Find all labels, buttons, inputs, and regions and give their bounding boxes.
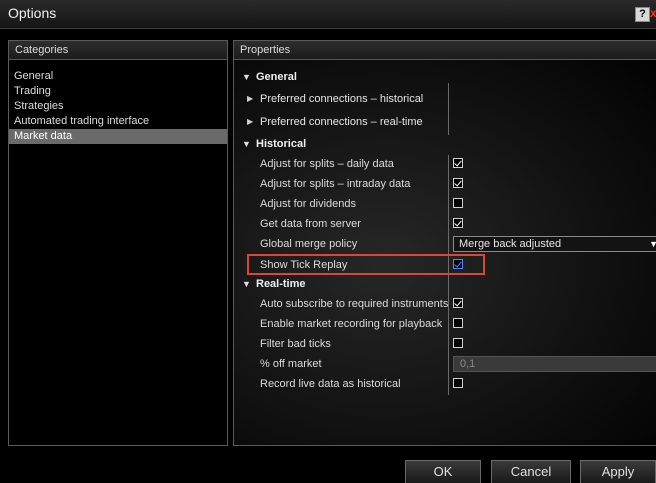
property-adjust-splits-intraday: Adjust for splits – intraday data	[234, 174, 656, 194]
help-button[interactable]: ?	[635, 7, 650, 22]
category-item-strategies[interactable]: Strategies	[9, 99, 227, 114]
filter-bad-ticks-checkbox[interactable]	[453, 338, 463, 348]
property-preferred-connections-historical[interactable]: ▶ Preferred connections – historical	[234, 89, 656, 109]
property-adjust-splits-daily: Adjust for splits – daily data	[234, 154, 656, 174]
chevron-down-icon[interactable]: ▼	[649, 237, 656, 251]
property-label: Enable market recording for playback	[260, 318, 443, 330]
ok-button[interactable]: OK	[405, 460, 481, 483]
property-label: Get data from server	[260, 218, 361, 230]
title-bar: Options ? x	[0, 0, 656, 29]
categories-panel: Categories General Trading Strategies Au…	[8, 40, 228, 446]
property-global-merge-policy: Global merge policy Merge back adjusted …	[234, 234, 656, 254]
property-label: Filter bad ticks	[260, 338, 331, 350]
group-label: Real-time	[256, 278, 306, 290]
window-title: Options	[8, 5, 57, 21]
property-label: Preferred connections – historical	[260, 93, 424, 105]
property-label: Record live data as historical	[260, 378, 401, 390]
property-filter-bad-ticks: Filter bad ticks	[234, 334, 656, 354]
category-item-automated-trading-interface[interactable]: Automated trading interface	[9, 114, 227, 129]
property-record-live-data: Record live data as historical	[234, 374, 656, 394]
collapse-arrow-icon[interactable]: ▼	[242, 274, 251, 294]
adjust-splits-daily-checkbox[interactable]	[453, 158, 463, 168]
categories-header: Categories	[9, 41, 227, 60]
property-label: % off market	[260, 358, 322, 370]
dropdown-value: Merge back adjusted	[459, 238, 562, 250]
property-percent-off-market: % off market 0,1	[234, 354, 656, 374]
group-historical[interactable]: ▼ Historical	[234, 134, 656, 154]
property-label: Adjust for splits – daily data	[260, 158, 394, 170]
percent-off-market-input[interactable]: 0,1	[453, 356, 656, 372]
merge-policy-dropdown[interactable]: Merge back adjusted ▼	[453, 236, 656, 252]
property-label: Adjust for splits – intraday data	[260, 178, 411, 190]
property-enable-market-recording: Enable market recording for playback	[234, 314, 656, 334]
category-item-trading[interactable]: Trading	[9, 84, 227, 99]
auto-subscribe-checkbox[interactable]	[453, 298, 463, 308]
property-adjust-dividends: Adjust for dividends	[234, 194, 656, 214]
collapse-arrow-icon[interactable]: ▼	[242, 134, 251, 154]
properties-panel: Properties ▼ General ▶ Preferred connect…	[233, 40, 656, 446]
group-label: General	[256, 71, 297, 83]
group-general[interactable]: ▼ General	[234, 67, 656, 87]
property-label: Preferred connections – real-time	[260, 116, 423, 128]
property-get-data-from-server: Get data from server	[234, 214, 656, 234]
property-label: Adjust for dividends	[260, 198, 356, 210]
apply-button[interactable]: Apply	[580, 460, 656, 483]
get-data-from-server-checkbox[interactable]	[453, 218, 463, 228]
property-label: Global merge policy	[260, 238, 358, 250]
record-live-data-checkbox[interactable]	[453, 378, 463, 388]
group-realtime[interactable]: ▼ Real-time	[234, 274, 656, 294]
highlight-box	[247, 254, 485, 275]
close-button[interactable]: x	[650, 7, 656, 20]
property-preferred-connections-realtime[interactable]: ▶ Preferred connections – real-time	[234, 112, 656, 132]
cancel-button[interactable]: Cancel	[491, 460, 571, 483]
enable-market-recording-checkbox[interactable]	[453, 318, 463, 328]
category-list: General Trading Strategies Automated tra…	[9, 69, 227, 144]
properties-header: Properties	[234, 41, 656, 60]
property-auto-subscribe: Auto subscribe to required instruments	[234, 294, 656, 314]
category-item-market-data[interactable]: Market data	[9, 129, 227, 144]
collapse-arrow-icon[interactable]: ▼	[242, 67, 251, 87]
adjust-splits-intraday-checkbox[interactable]	[453, 178, 463, 188]
expand-arrow-icon[interactable]: ▶	[247, 89, 253, 109]
group-label: Historical	[256, 138, 307, 150]
property-label: Auto subscribe to required instruments	[260, 298, 449, 310]
expand-arrow-icon[interactable]: ▶	[247, 112, 253, 132]
adjust-dividends-checkbox[interactable]	[453, 198, 463, 208]
category-item-general[interactable]: General	[9, 69, 227, 84]
